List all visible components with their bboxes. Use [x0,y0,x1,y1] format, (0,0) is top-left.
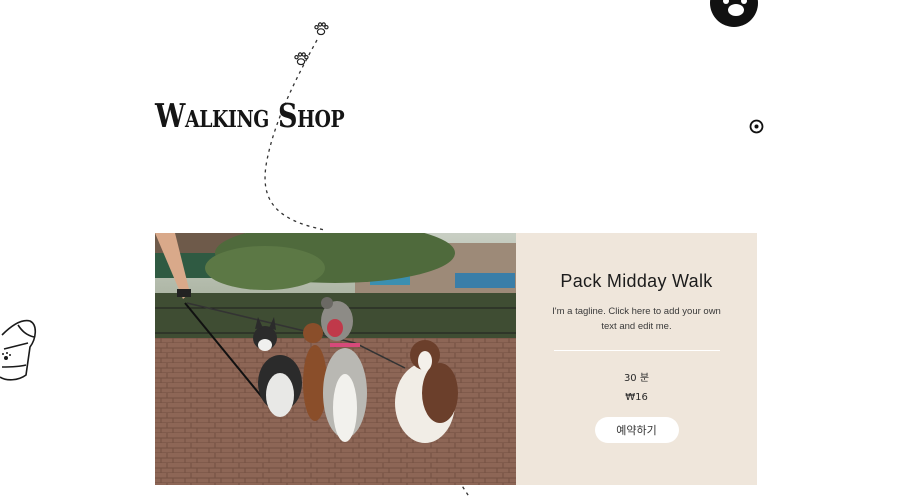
poop-bag-icon [0,319,37,381]
paw-print-icon [294,52,309,66]
service-duration: 30 분 [623,373,650,384]
service-info-panel: Pack Midday Walk I'm a tagline. Click he… [516,233,757,485]
dog-walking-photo[interactable] [155,233,516,485]
service-tagline[interactable]: I'm a tagline. Click here to add your ow… [552,304,722,334]
service-card: Pack Midday Walk I'm a tagline. Click he… [155,233,757,485]
divider [553,350,720,351]
paw-print-icon [314,22,329,36]
dog-walking-illustration [155,233,516,485]
service-name[interactable]: Pack Midday Walk [560,271,712,292]
book-button[interactable]: 예약하기 [594,417,679,443]
site-title[interactable]: Walking Shop [155,96,345,135]
service-price: ₩16 [625,392,648,403]
target-icon [749,119,764,134]
paw-circle-icon [710,0,758,27]
